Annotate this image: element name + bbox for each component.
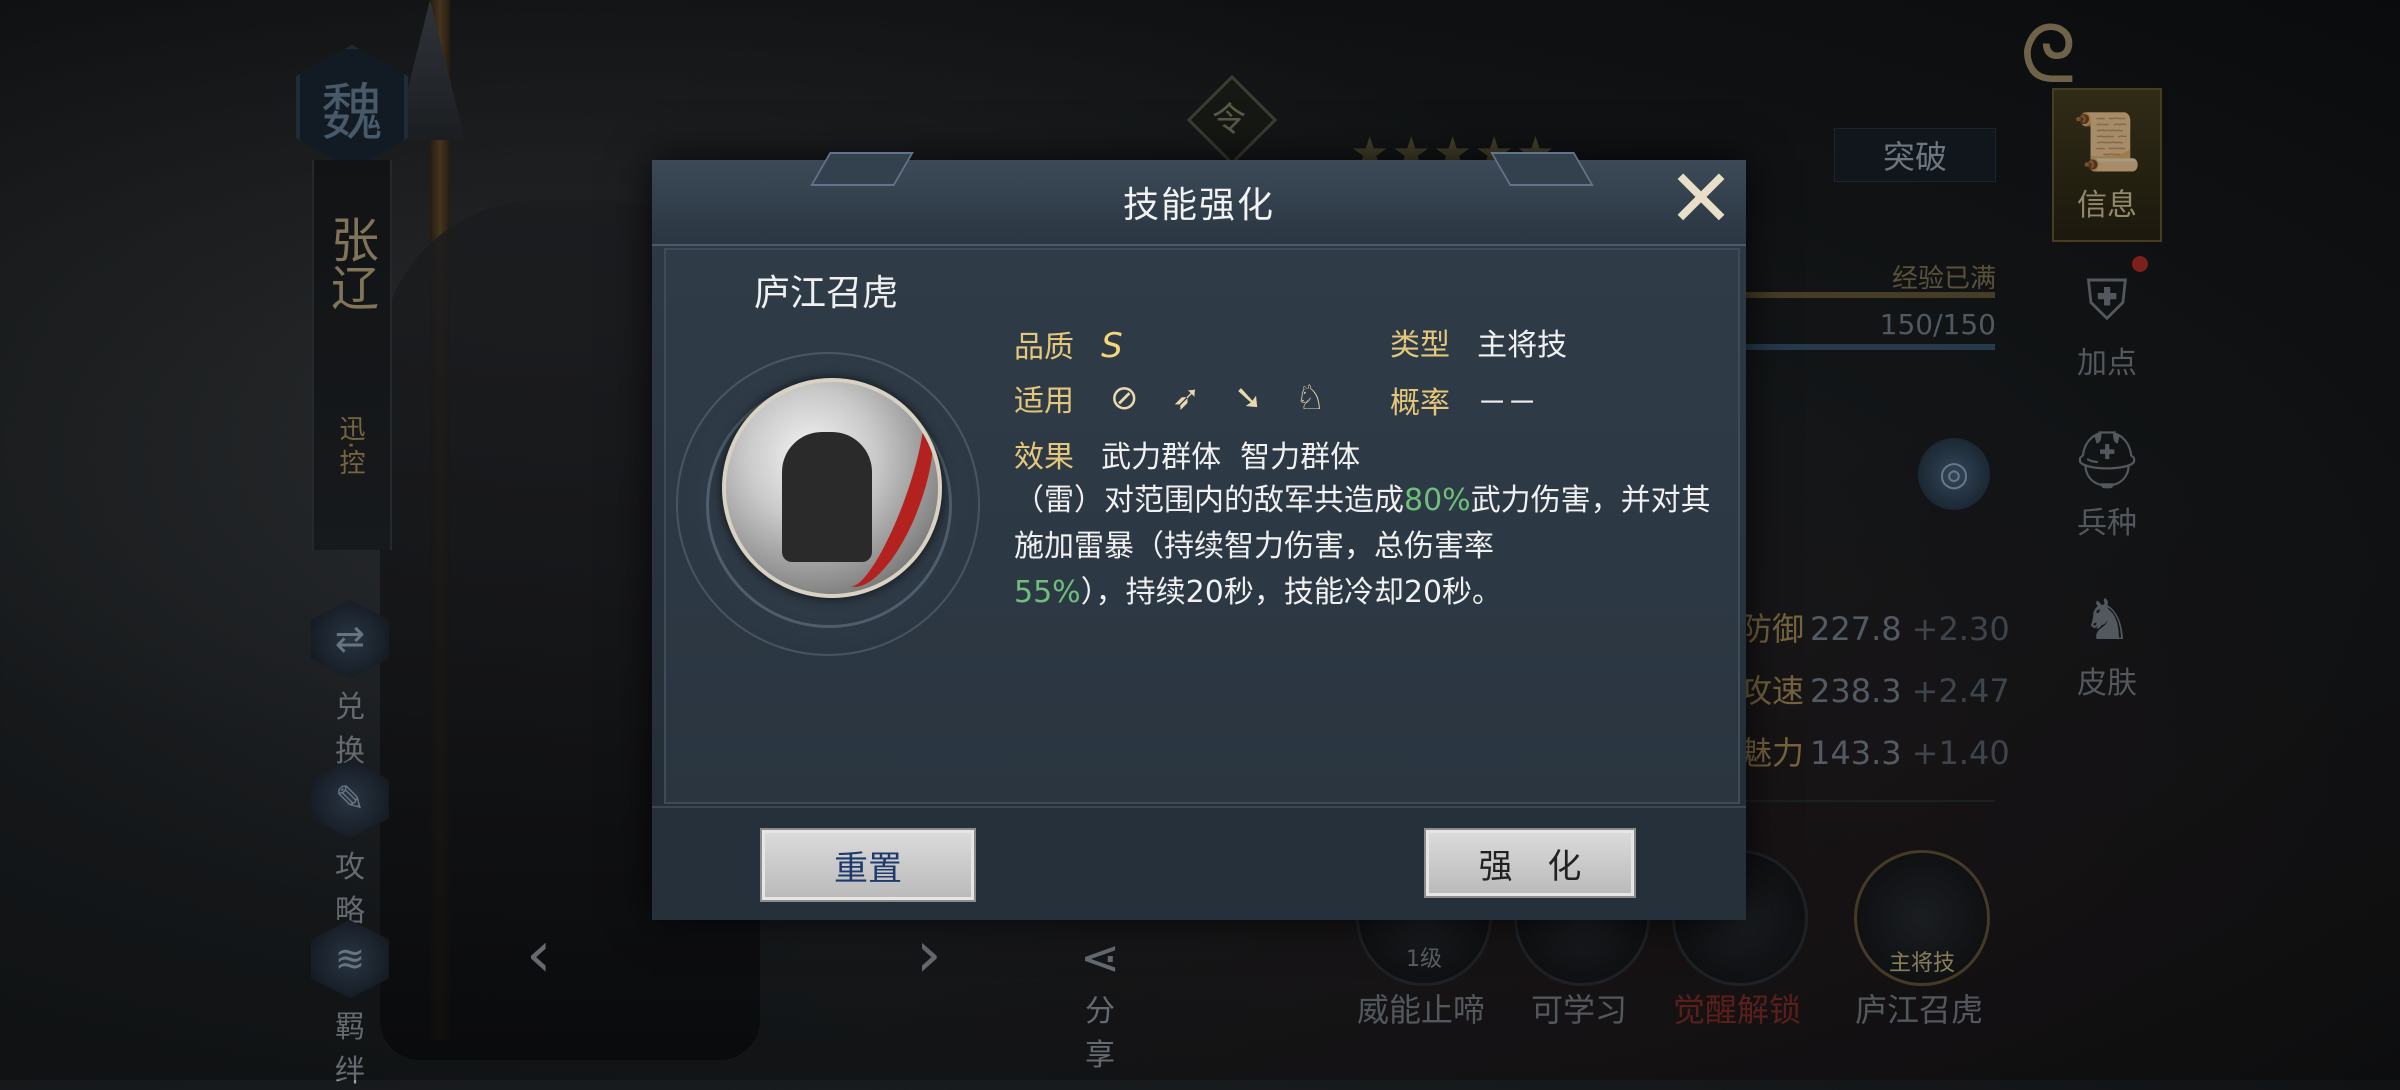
chance-label: 概率 xyxy=(1390,386,1450,421)
close-icon: ✕ xyxy=(1667,152,1735,245)
desc-storm-rate: 55% xyxy=(1014,575,1081,610)
shield-unit-icon: ⊘ xyxy=(1109,378,1139,418)
strengthen-button[interactable]: 强 化 xyxy=(1424,828,1636,898)
effect-label: 效果 xyxy=(1014,440,1074,475)
chance-value: －－ xyxy=(1477,386,1538,421)
type-value: 主将技 xyxy=(1477,328,1568,363)
reset-button[interactable]: 重置 xyxy=(760,828,976,902)
desc-damage-rate: 80% xyxy=(1404,483,1471,518)
apply-row: 适用 ⊘ ➶ ➘ ♘ xyxy=(1014,376,1352,420)
dialog-title: 技能强化 xyxy=(1122,185,1275,226)
skill-description: （雷）对范围内的敌军共造成80%武力伤害，并对其施加雷暴（持续智力伤害，总伤害率… xyxy=(1014,478,1714,616)
type-row: 类型 主将技 xyxy=(1390,320,1567,364)
archer-unit-icon: ➶ xyxy=(1171,378,1201,418)
skill-portrait xyxy=(722,378,942,598)
effect-value: 武力群体 智力群体 xyxy=(1101,440,1361,475)
apply-label: 适用 xyxy=(1014,384,1074,419)
chance-row: 概率 －－ xyxy=(1390,378,1537,422)
effect-row: 效果 武力群体 智力群体 xyxy=(1014,432,1360,476)
warrior-silhouette xyxy=(782,432,872,562)
type-label: 类型 xyxy=(1390,328,1450,363)
close-button[interactable]: ✕ xyxy=(1664,152,1738,245)
desc-part-3: ），持续20秒，技能冷却20秒。 xyxy=(1080,575,1503,610)
quality-value: S xyxy=(1101,326,1123,366)
spear-unit-icon: ➘ xyxy=(1233,378,1263,418)
desc-part-1: （雷）对范围内的敌军共造成 xyxy=(1014,483,1404,518)
quality-label: 品质 xyxy=(1014,330,1074,365)
skill-name: 庐江召虎 xyxy=(754,273,899,314)
quality-row: 品质 S xyxy=(1014,322,1123,366)
cavalry-unit-icon: ♘ xyxy=(1294,378,1326,418)
